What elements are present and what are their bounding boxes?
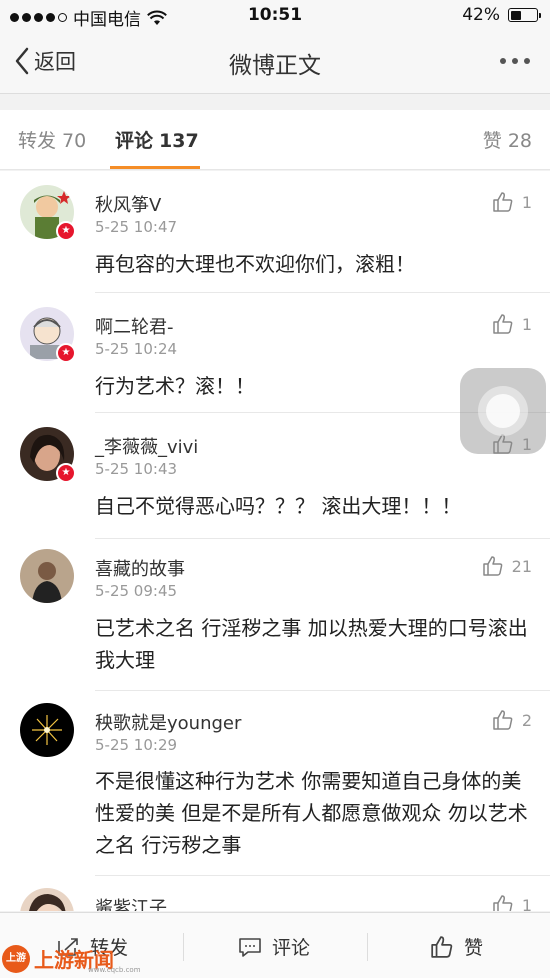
comment-list: ★ 秋风筝V 5-25 10:47 1 再包容的大理也不欢迎你们，滚粗！ ★ 啊… xyxy=(0,171,550,911)
assistive-touch-button[interactable] xyxy=(460,368,546,454)
sparkler-avatar-icon xyxy=(32,715,62,745)
thumbs-up-icon xyxy=(431,935,453,958)
comment-author[interactable]: 酱紫江子 xyxy=(95,894,167,911)
more-button[interactable] xyxy=(500,58,530,64)
comment-bubble-icon xyxy=(239,937,261,957)
page-title: 微博正文 xyxy=(229,53,321,79)
comment-time: 5-25 10:43 xyxy=(95,460,178,478)
tab-comments-label: 评论 xyxy=(115,130,154,152)
avatar[interactable] xyxy=(20,549,74,603)
comment-time: 5-25 09:45 xyxy=(95,582,178,600)
comment-time: 5-25 10:24 xyxy=(95,340,178,358)
like-count: 1 xyxy=(521,192,532,212)
tab-likes[interactable]: 赞 28 xyxy=(483,126,532,153)
like-count: 1 xyxy=(521,895,532,912)
comment-item: 酱紫江子 1 xyxy=(0,876,550,911)
comment-author[interactable]: 秋风筝V xyxy=(95,191,161,217)
like-count: 1 xyxy=(521,314,532,334)
tab-reposts[interactable]: 转发 70 xyxy=(18,126,86,153)
comment-button[interactable]: 评论 xyxy=(238,933,310,960)
battery-icon xyxy=(508,8,541,22)
comment-text: 不是很懂这种行为艺术 你需要知道自己身体的美 性爱的美 但是不是所有人都愿意做观… xyxy=(95,769,528,857)
battery-group: 42% xyxy=(462,5,541,25)
thumbs-up-icon xyxy=(493,895,513,911)
comment-item: 喜藏的故事 5-25 09:45 21 已艺术之名 行淫秽之事 加以热爱大理的口… xyxy=(0,539,550,691)
cartoon-avatar-icon xyxy=(29,894,66,911)
like-button[interactable]: 2 xyxy=(492,709,532,731)
watermark-url: www.cqcb.com xyxy=(88,966,141,974)
watermark-logo: 上游 上游新闻 www.cqcb.com xyxy=(2,944,141,974)
vip-badge-icon: ★ xyxy=(56,463,76,483)
like-button[interactable]: 1 xyxy=(492,313,532,335)
comment-text: 再包容的大理也不欢迎你们，滚粗！ xyxy=(95,252,415,276)
tab-likes-label: 赞 xyxy=(482,130,502,152)
avatar[interactable] xyxy=(20,703,74,757)
avatar[interactable] xyxy=(20,888,74,911)
tab-reposts-label: 转发 xyxy=(18,130,57,152)
tab-bar: 转发 70 评论 137 赞 28 xyxy=(0,110,550,170)
like-button[interactable]: 1 xyxy=(492,894,532,911)
comment-author[interactable]: _李薇薇_vivi xyxy=(95,433,198,459)
comment-author[interactable]: 喜藏的故事 xyxy=(95,555,185,581)
like-button[interactable]: 21 xyxy=(482,555,532,577)
watermark-logo-icon: 上游 xyxy=(2,944,30,973)
comment-author[interactable]: 啊二轮君- xyxy=(95,313,174,339)
like-button[interactable]: 1 xyxy=(492,191,532,213)
vip-badge-icon: ★ xyxy=(56,343,76,363)
tab-comments-count: 137 xyxy=(159,130,199,152)
nav-bar: 返回 微博正文 xyxy=(0,30,550,94)
status-bar: 中国电信 10:51 42% xyxy=(0,0,550,30)
divider xyxy=(183,933,184,961)
tab-likes-count: 28 xyxy=(507,130,532,152)
like-count: 21 xyxy=(511,556,532,576)
comment-author[interactable]: 秧歌就是younger xyxy=(95,709,241,735)
divider xyxy=(367,933,368,961)
comment-label: 评论 xyxy=(272,937,311,959)
thumbs-up-icon xyxy=(493,710,513,730)
comment-item: ★ 秋风筝V 5-25 10:47 1 再包容的大理也不欢迎你们，滚粗！ xyxy=(0,171,550,293)
like-post-button[interactable]: 赞 xyxy=(430,933,483,960)
photo-avatar-icon xyxy=(32,562,62,603)
comment-text: 自己不觉得恶心吗？？？ 滚出大理！！！ xyxy=(95,494,462,518)
battery-percent: 42% xyxy=(462,5,500,25)
more-dot-icon xyxy=(500,58,506,64)
like-label: 赞 xyxy=(464,937,484,959)
thumbs-up-icon xyxy=(493,314,513,334)
like-count: 2 xyxy=(521,710,532,730)
comment-text: 已艺术之名 行淫秽之事 加以热爱大理的口号滚出我大理 xyxy=(95,616,528,672)
tab-reposts-count: 70 xyxy=(62,130,87,152)
tab-comments[interactable]: 评论 137 xyxy=(115,126,199,153)
thumbs-up-icon xyxy=(493,192,513,212)
comment-time: 5-25 10:29 xyxy=(95,736,178,754)
comment-item: 秧歌就是younger 5-25 10:29 2 不是很懂这种行为艺术 你需要知… xyxy=(0,691,550,876)
thumbs-up-icon xyxy=(482,556,502,576)
vip-badge-icon: ★ xyxy=(56,221,76,241)
comment-time: 5-25 10:47 xyxy=(95,218,178,236)
active-tab-indicator xyxy=(110,166,200,169)
